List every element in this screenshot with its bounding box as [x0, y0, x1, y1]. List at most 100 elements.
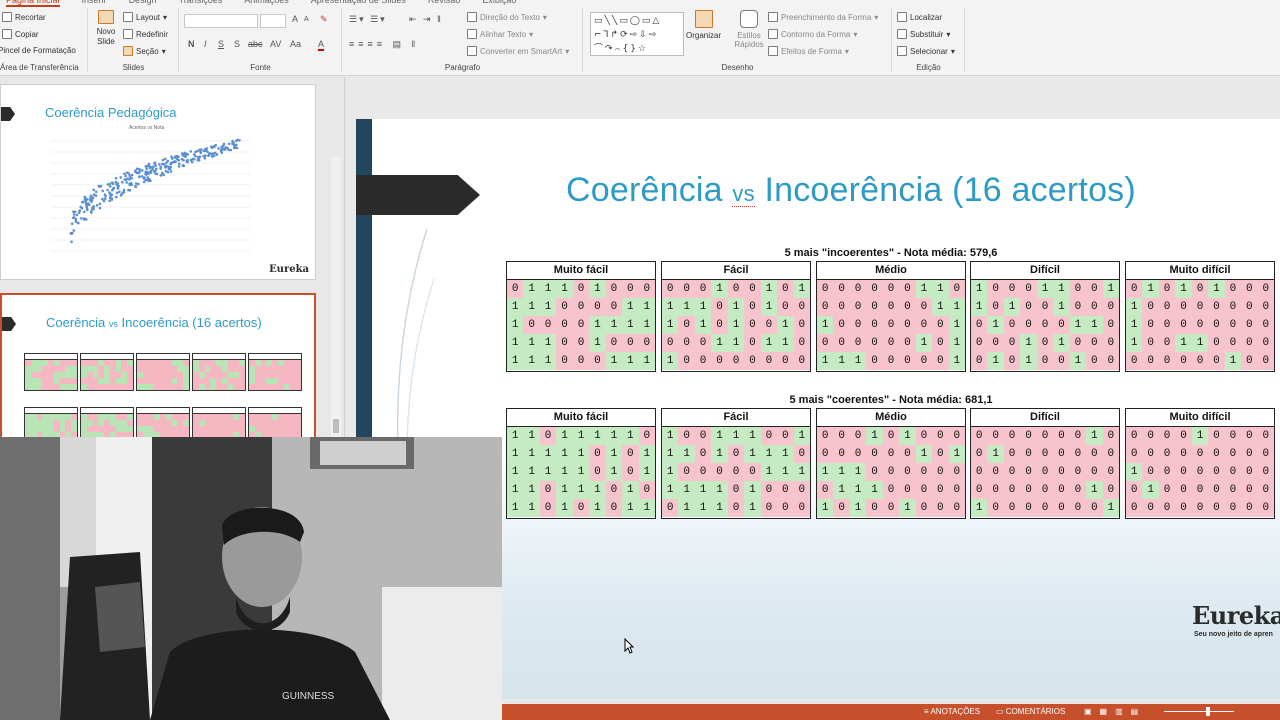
smartart-button[interactable]: Converter em SmartArt ▾ [467, 46, 569, 56]
clear-format-icon[interactable]: ✎ [320, 14, 328, 25]
zoom-slider[interactable] [1164, 711, 1234, 712]
table-cell: 0 [694, 427, 712, 445]
zoom-slider-thumb[interactable] [1206, 707, 1210, 716]
tab-7[interactable]: Exibição [482, 0, 516, 7]
table-cell: 0 [605, 481, 623, 499]
cut-button[interactable]: Recortar [2, 12, 46, 22]
table-cell: 0 [1241, 334, 1258, 352]
italic-button[interactable]: I [204, 39, 207, 49]
char-spacing-button[interactable]: AV [270, 39, 281, 49]
table-cell: 1 [507, 499, 524, 517]
table-cell: 0 [849, 334, 867, 352]
thumbnail-slide-coerencia-pedagogica[interactable]: Coerência Pedagógica Acertos vs Nota Eur… [0, 84, 316, 280]
view-buttons[interactable]: ▣▦▥▤ [1084, 707, 1146, 716]
bullets-button[interactable]: ☰▾ ☰▾ [349, 14, 387, 25]
scatter-point [212, 154, 216, 157]
table-cell: 0 [987, 298, 1004, 316]
table-cell: 0 [622, 334, 639, 352]
strikethrough-button[interactable]: abc [248, 39, 263, 49]
table-cell: 0 [948, 499, 965, 517]
tab-5[interactable]: Apresentação de Slides [311, 0, 406, 7]
scatter-point [144, 165, 148, 168]
bold-button[interactable]: N [188, 39, 195, 49]
answer-grid: 0000100000000000001000000000100000000000… [1126, 427, 1274, 517]
change-case-button[interactable]: Aa [290, 39, 301, 49]
text-direction-button[interactable]: Direção do Texto ▾ [467, 12, 547, 22]
table-cell: 1 [662, 427, 679, 445]
shadow-button[interactable]: S [234, 39, 240, 49]
table-cell: 0 [1003, 481, 1021, 499]
quick-styles-button[interactable]: Estilos Rápidos [732, 10, 766, 49]
scrollbar-thumb[interactable] [333, 419, 339, 433]
table-incoerentes-2: Médio 0 0 0 0 0 0 1 1 0 0 0 0 0 0 0 0 1 1 1 0 0 0 0 0 0 0 1 0 0 0 0 0 0 1 0… [816, 261, 966, 372]
arrange-button[interactable]: Organizar [686, 10, 721, 40]
table-cell: 1 [507, 334, 524, 352]
table-cell: 0 [899, 463, 916, 481]
thumbnail-scrollbar[interactable] [331, 157, 341, 437]
font-name-combo[interactable] [184, 14, 258, 28]
table-cell: 0 [605, 298, 623, 316]
scatter-point [203, 149, 206, 153]
table-cell: 1 [638, 499, 655, 517]
webcam-overlay: GUINNESS [0, 437, 502, 720]
eureka-slogan: Seu novo jeito de apren [1194, 631, 1273, 638]
shape-fill-button[interactable]: Preenchimento da Forma ▾ [768, 12, 878, 22]
table-cell: 1 [1175, 334, 1192, 352]
table-cell: 0 [1191, 298, 1209, 316]
table-cell: 0 [1158, 445, 1176, 463]
section-button[interactable]: Seção ▾ [123, 46, 166, 56]
table-cell: 1 [638, 352, 655, 370]
shape-outline-button[interactable]: Contorno da Forma ▾ [768, 29, 857, 39]
shape-effects-button[interactable]: Efeitos de Forma ▾ [768, 46, 849, 56]
table-cell: 0 [882, 334, 900, 352]
grow-font-button[interactable]: A [292, 14, 298, 24]
select-button[interactable]: Selecionar ▾ [897, 46, 955, 56]
table-cell: 0 [866, 445, 883, 463]
align-text-button[interactable]: Alinhar Texto ▾ [467, 29, 533, 39]
shapes-gallery[interactable]: ▭╲╲▭◯▭△ ⌐⅂↱⟳⇨⇩⇨ ⌒↷⌢{}☆ [590, 12, 684, 56]
copy-button[interactable]: Copiar [2, 29, 39, 39]
tab-4[interactable]: Animações [244, 0, 289, 7]
table-cell: 0 [678, 352, 695, 370]
tab-6[interactable]: Revisão [428, 0, 461, 7]
layout-button[interactable]: Layout ▾ [123, 12, 167, 22]
tab-1[interactable]: Inserir [82, 0, 107, 7]
tab-0[interactable]: Página Inicial [6, 0, 60, 7]
scatter-point [110, 193, 114, 196]
tab-3[interactable]: Transições [179, 0, 223, 7]
table-cell: 1 [589, 280, 606, 298]
underline-button[interactable]: S [218, 39, 224, 49]
mouse-cursor-icon [624, 638, 634, 654]
shrink-font-button[interactable]: A [304, 16, 309, 23]
notes-button[interactable]: ≡ ANOTAÇÕES [924, 707, 980, 716]
format-painter-button[interactable]: Pincel de Formatação [0, 46, 76, 55]
answer-grid: 0101010001000000001000000001001100000000… [1126, 280, 1274, 370]
indent-buttons[interactable]: ⇤ ⇥ ‖ [409, 14, 443, 25]
scatter-point [127, 172, 131, 175]
table-cell: 0 [882, 445, 900, 463]
scatter-point [148, 177, 151, 181]
find-button[interactable]: Localizar [897, 12, 942, 22]
table-cell: 0 [744, 334, 761, 352]
new-slide-button[interactable]: Novo Slide [93, 10, 119, 47]
font-size-combo[interactable] [260, 14, 286, 28]
comments-button[interactable]: ▭ COMENTÁRIOS [996, 707, 1065, 716]
tab-2[interactable]: Design [129, 0, 157, 7]
table-cell: 0 [833, 445, 850, 463]
reset-button[interactable]: Redefinir [123, 29, 168, 39]
table-cell: 1 [711, 427, 728, 445]
table-header: Fácil [662, 262, 810, 280]
table-cell: 1 [523, 427, 540, 445]
scatter-point [163, 165, 167, 169]
replace-button[interactable]: Substituir ▾ [897, 29, 950, 39]
font-color-button[interactable]: A [318, 39, 325, 51]
table-cell: 0 [1086, 334, 1103, 352]
scatter-point [184, 155, 187, 158]
table-cell: 0 [711, 298, 728, 316]
thumbnail-slide-coerencia-vs-incoerencia[interactable]: Coerência vs Incoerência (16 acertos) [0, 293, 316, 443]
table-cell: 0 [793, 481, 810, 499]
align-buttons[interactable]: ≡≡≡≡ ▤ ‖ [349, 39, 419, 50]
table-cell: 0 [932, 499, 949, 517]
table-cell: 1 [662, 352, 679, 370]
table-cell: 0 [1069, 463, 1087, 481]
